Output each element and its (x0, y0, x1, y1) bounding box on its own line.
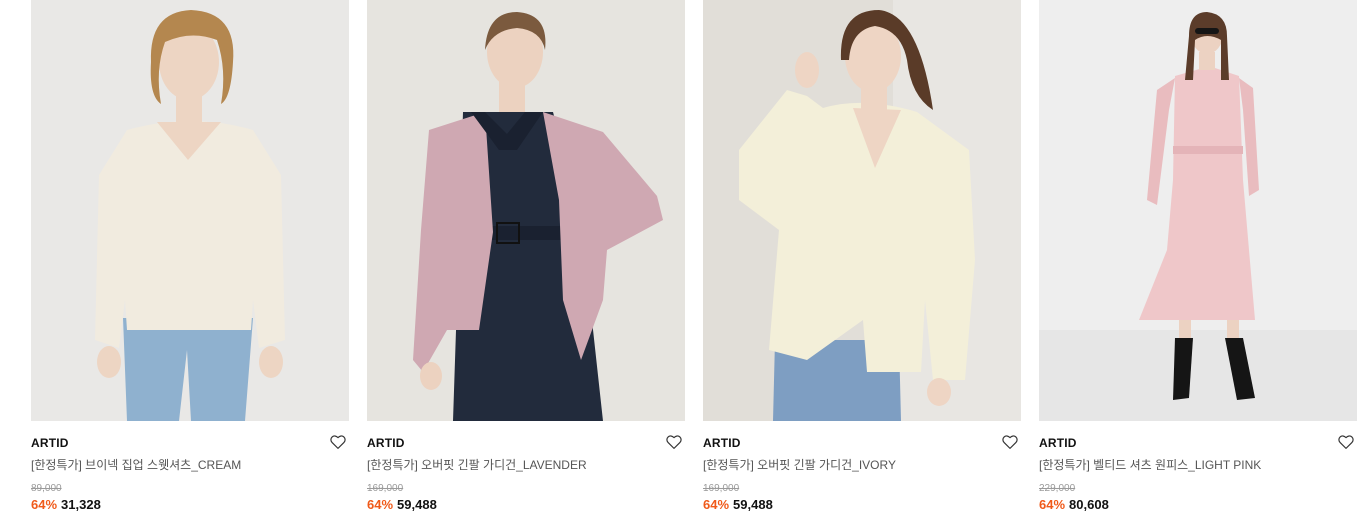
product-grid: ARTID [한정특가] 브이넥 집업 스웻셔츠_CREAM 89,000 64… (0, 0, 1361, 530)
price-row: 64% 31,328 (31, 497, 349, 512)
discount-rate: 64% (1039, 497, 1066, 512)
heart-outline-icon[interactable] (665, 433, 683, 451)
original-price: 229,000 (1039, 483, 1076, 494)
price-row: 64% 59,488 (703, 497, 1021, 512)
product-image[interactable] (1039, 0, 1357, 421)
brand-row: ARTID (367, 433, 685, 455)
product-image[interactable] (703, 0, 1021, 421)
product-name[interactable]: [한정특가] 벨티드 셔츠 원피스_LIGHT PINK (1039, 456, 1357, 473)
heart-outline-icon[interactable] (1001, 433, 1019, 451)
sale-price: 59,488 (733, 497, 773, 512)
product-name[interactable]: [한정특가] 오버핏 긴팔 가디건_IVORY (703, 456, 1021, 473)
heart-outline-icon[interactable] (329, 433, 347, 451)
product-image[interactable] (31, 0, 349, 421)
brand-row: ARTID (1039, 433, 1357, 455)
discount-rate: 64% (703, 497, 730, 512)
price-row: 64% 80,608 (1039, 497, 1357, 512)
sale-price: 80,608 (1069, 497, 1109, 512)
product-image[interactable] (367, 0, 685, 421)
price-row: 64% 59,488 (367, 497, 685, 512)
discount-rate: 64% (367, 497, 394, 512)
brand-name[interactable]: ARTID (703, 436, 741, 450)
heart-outline-icon[interactable] (1337, 433, 1355, 451)
discount-rate: 64% (31, 497, 58, 512)
brand-name[interactable]: ARTID (31, 436, 69, 450)
brand-name[interactable]: ARTID (367, 436, 405, 450)
brand-row: ARTID (31, 433, 349, 455)
brand-row: ARTID (703, 433, 1021, 455)
product-name[interactable]: [한정특가] 브이넥 집업 스웻셔츠_CREAM (31, 456, 349, 473)
product-name[interactable]: [한정특가] 오버핏 긴팔 가디건_LAVENDER (367, 456, 685, 473)
original-price: 169,000 (367, 483, 404, 494)
product-card[interactable]: ARTID [한정특가] 브이넥 집업 스웻셔츠_CREAM 89,000 64… (31, 0, 349, 530)
sale-price: 59,488 (397, 497, 437, 512)
original-price: 169,000 (703, 483, 740, 494)
sale-price: 31,328 (61, 497, 101, 512)
original-price: 89,000 (31, 483, 62, 494)
brand-name[interactable]: ARTID (1039, 436, 1077, 450)
product-card[interactable]: ARTID [한정특가] 오버핏 긴팔 가디건_LAVENDER 169,000… (367, 0, 685, 530)
product-card[interactable]: ARTID [한정특가] 벨티드 셔츠 원피스_LIGHT PINK 229,0… (1039, 0, 1357, 530)
product-card[interactable]: ARTID [한정특가] 오버핏 긴팔 가디건_IVORY 169,000 64… (703, 0, 1021, 530)
